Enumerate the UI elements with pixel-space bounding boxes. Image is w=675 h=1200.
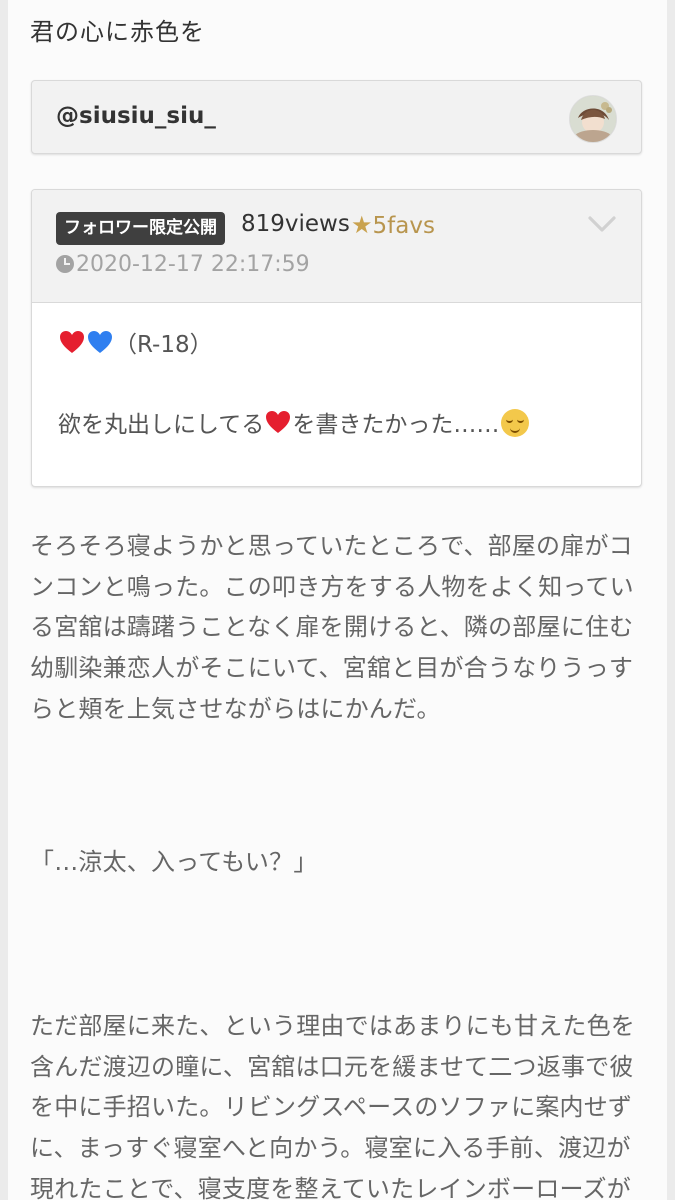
avatar-image-icon (570, 96, 616, 142)
author-username[interactable]: @siusiu_siu_ (56, 103, 216, 129)
story-line: 幼馴染兼恋人がそこにいて、宮舘と目が合うなりうっす (30, 654, 634, 683)
avatar[interactable] (569, 95, 617, 143)
story-paragraph-2: ただ部屋に来た、という理由ではあまりにも甘えた色を 含んだ渡辺の瞳に、宮舘は口元… (30, 1006, 650, 1200)
visibility-badge: フォロワー限定公開 (56, 212, 225, 245)
post-header: フォロワー限定公開 819views ★5favs 2020-12-17 22:… (32, 190, 641, 303)
red-heart-icon (60, 331, 84, 353)
summary-suffix: を書きたかった…… (292, 412, 500, 438)
blue-heart-icon (88, 331, 112, 353)
story-line: 含んだ渡辺の瞳に、宮舘は口元を緩ませて二つ返事で彼 (30, 1052, 634, 1081)
story-line: る宮舘は躊躇うことなく扉を開けると、隣の部屋に住む (30, 613, 634, 642)
summary-line-tags: （R-18） (58, 328, 213, 363)
rating-label: （R-18） (114, 332, 213, 358)
story-line: を中に手招いた。リビングスペースのソファに案内せず (30, 1093, 633, 1122)
story-quote: 「…涼太、入ってもい？」 (30, 848, 318, 876)
summary-prefix: 欲を丸出しにしてる (58, 412, 265, 438)
chevron-down-icon[interactable] (587, 214, 617, 234)
page: 君の心に赤色を @siusiu_siu_ フォロワー限定公開 819views … (8, 0, 667, 1200)
red-heart-icon (266, 411, 291, 433)
view-count: 819views (241, 211, 350, 237)
story-line: らと頬を上気させながらはにかんだ。 (30, 694, 441, 723)
fav-count-label: 5favs (372, 213, 435, 239)
post-date: 2020-12-17 22:17:59 (56, 252, 310, 277)
story-line: ただ部屋に来た、という理由ではあまりにも甘えた色を (30, 1012, 635, 1040)
story-line: 現れたことで、寝支度を整えていたレインボーローズが (30, 1174, 631, 1200)
fav-count[interactable]: ★5favs (351, 211, 435, 239)
story-paragraph-1: そろそろ寝ようかと思っていたところで、部屋の扉がコ ンコンと鳴った。この叩き方を… (30, 526, 650, 730)
post-date-text: 2020-12-17 22:17:59 (76, 252, 310, 277)
author-card[interactable]: @siusiu_siu_ (31, 80, 642, 154)
star-icon: ★ (351, 211, 373, 239)
summary-line-text: 欲を丸出しにしてる を書きたかった…… (58, 408, 530, 443)
story-line: そろそろ寝ようかと思っていたところで、部屋の扉がコ (30, 532, 633, 560)
relieved-face-icon (501, 409, 530, 437)
story-line: に、まっすぐ寝室へと向かう。寝室に入る手前、渡辺が (30, 1134, 631, 1163)
post-card: フォロワー限定公開 819views ★5favs 2020-12-17 22:… (31, 189, 642, 487)
page-title: 君の心に赤色を (30, 18, 205, 46)
clock-icon (56, 255, 74, 273)
story-line: ンコンと鳴った。この叩き方をする人物をよく知ってい (30, 572, 634, 601)
